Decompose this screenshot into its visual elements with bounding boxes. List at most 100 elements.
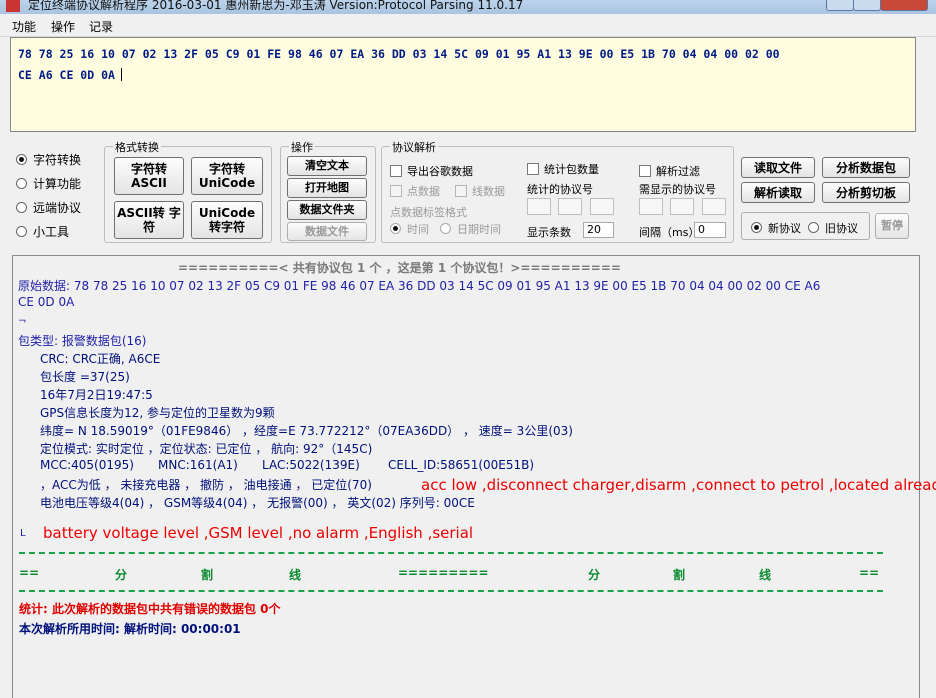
analyze-packet-button[interactable]: 分析数据包 — [822, 157, 910, 178]
divider-word-1: 分 — [115, 568, 128, 582]
show-protocol-field-3[interactable] — [702, 198, 726, 215]
group-title: 格式转换 — [113, 139, 161, 155]
radio-new-protocol[interactable]: 新协议 — [751, 220, 801, 236]
clear-text-button[interactable]: 清空文本 — [287, 156, 367, 176]
divider-top — [19, 552, 883, 554]
open-map-button[interactable]: 打开地图 — [287, 178, 367, 198]
annotation-battery: battery voltage level ,GSM level ,no ala… — [43, 524, 474, 542]
radio-remote-protocol[interactable]: 远端协议 — [16, 199, 81, 216]
checkbox-label: 解析过滤 — [656, 165, 700, 178]
annotation-status: acc low ,disconnect charger,disarm ,conn… — [421, 476, 936, 494]
checkbox-label: 线数据 — [472, 185, 505, 198]
radio-label: 计算功能 — [33, 177, 82, 191]
stat-protocol-field-2[interactable] — [558, 198, 582, 215]
hex-input-textarea[interactable]: 78 78 25 16 10 07 02 13 2F 05 C9 01 FE 9… — [10, 37, 916, 132]
line-break-mark-1: ¬ — [18, 316, 27, 327]
hex-line-2: CE A6 CE 0D 0A — [18, 65, 915, 86]
char-to-unicode-button[interactable]: 字符转 UniCode — [191, 157, 263, 195]
output-pane[interactable]: ==========< 共有协议包 1 个 ，这是第 1 个协议包！>=====… — [12, 255, 936, 698]
datetime-line: 16年7月2日19:47:5 — [40, 388, 153, 402]
radio-calc[interactable]: 计算功能 — [16, 175, 81, 192]
group-title: 协议解析 — [390, 139, 438, 155]
close-button[interactable] — [880, 0, 928, 11]
unicode-to-char-button[interactable]: UniCode 转字符 — [191, 201, 263, 239]
radio-label: 新协议 — [768, 222, 801, 235]
parse-filter-checkbox[interactable]: 解析过滤 — [639, 163, 700, 179]
divider-left: == — [19, 566, 40, 580]
radio-dot-icon — [16, 154, 27, 165]
minimize-button[interactable] — [826, 0, 854, 11]
group-title: 操作 — [289, 139, 315, 155]
raw-data-line-1: 原始数据: 78 78 25 16 10 07 02 13 2F 05 C9 0… — [18, 279, 821, 293]
menu-operate[interactable]: 操作 — [51, 18, 75, 35]
divider-middle: ========= — [398, 566, 489, 580]
char-to-ascii-button[interactable]: 字符转 ASCII — [114, 157, 184, 195]
export-google-checkbox[interactable]: 导出谷歌数据 — [390, 163, 473, 179]
cell-id: CELL_ID:58651(00E51B) — [388, 458, 535, 472]
radio-label: 日期时间 — [457, 223, 501, 236]
show-protocol-field-2[interactable] — [670, 198, 694, 215]
radio-dot-icon — [16, 202, 27, 213]
read-file-button[interactable]: 读取文件 — [741, 157, 815, 178]
checkbox-icon — [527, 163, 539, 175]
menu-function[interactable]: 功能 — [12, 18, 36, 35]
radio-time[interactable]: 时间 — [390, 221, 429, 237]
gps-info-line: GPS信息长度为12, 参与定位的卫星数为9颗 — [40, 406, 275, 420]
line-data-checkbox[interactable]: 线数据 — [455, 183, 505, 199]
output-header: ==========< 共有协议包 1 个 ，这是第 1 个协议包！>=====… — [178, 261, 621, 275]
checkbox-icon — [390, 165, 402, 177]
cell-mcc: MCC:405(0195) — [40, 458, 134, 472]
time-line: 本次解析所用时间: 解析时间: 00:00:01 — [19, 622, 241, 636]
radio-label: 字符转换 — [33, 153, 82, 167]
divider-word-2: 割 — [201, 568, 214, 582]
radio-old-protocol[interactable]: 旧协议 — [808, 220, 858, 236]
radio-label: 旧协议 — [825, 222, 858, 235]
stat-packets-checkbox[interactable]: 统计包数量 — [527, 161, 599, 177]
radio-label: 小工具 — [33, 225, 70, 239]
divider-word-4: 分 — [588, 568, 601, 582]
crc-line: CRC: CRC正确, A6CE — [40, 352, 161, 366]
radio-label: 远端协议 — [33, 201, 82, 215]
radio-dot-icon — [390, 223, 401, 234]
point-data-checkbox[interactable]: 点数据 — [390, 183, 440, 199]
show-count-label: 显示条数 — [527, 226, 571, 239]
title-bar: 定位终端协议解析程序 2016-03-01 惠州新思为-邓玉涛 Version:… — [0, 0, 936, 14]
radio-tools[interactable]: 小工具 — [16, 223, 69, 240]
cell-mnc: MNC:161(A1) — [158, 458, 238, 472]
radio-dot-icon — [808, 222, 819, 233]
show-count-field[interactable]: 20 — [583, 222, 614, 238]
pause-button[interactable]: 暂停 — [875, 213, 909, 239]
stat-protocol-label: 统计的协议号 — [527, 183, 593, 196]
parse-read-button[interactable]: 解析读取 — [741, 182, 815, 203]
radio-label: 时间 — [407, 223, 429, 236]
data-folder-button[interactable]: 数据文件夹 — [287, 200, 367, 220]
data-file-button[interactable]: 数据文件 — [287, 222, 367, 241]
show-protocol-field-1[interactable] — [639, 198, 663, 215]
length-line: 包长度 =37(25) — [40, 370, 130, 384]
text-caret — [120, 68, 122, 81]
checkbox-label: 导出谷歌数据 — [407, 165, 473, 178]
analyze-clipboard-button[interactable]: 分析剪切板 — [822, 182, 910, 203]
window-title: 定位终端协议解析程序 2016-03-01 惠州新思为-邓玉涛 Version:… — [28, 0, 524, 12]
battery-line: 电池电压等级4(04) ， GSM等级4(04) ， 无报警(00) ， 英文(… — [40, 496, 475, 510]
menu-record[interactable]: 记录 — [89, 18, 113, 35]
radio-dot-icon — [16, 178, 27, 189]
checkbox-label: 点数据 — [407, 185, 440, 198]
ascii-to-char-button[interactable]: ASCII转 字符 — [114, 201, 184, 239]
maximize-button[interactable] — [853, 0, 881, 11]
divider-word-6: 线 — [759, 568, 772, 582]
radio-dot-icon — [16, 226, 27, 237]
radio-char-convert[interactable]: 字符转换 — [16, 151, 81, 168]
raw-data-line-2: CE 0D 0A — [18, 295, 75, 309]
coords-line: 纬度= N 18.59019°（01FE9846） ，经度=E 73.77221… — [40, 424, 573, 438]
stat-line: 统计: 此次解析的数据包中共有错误的数据包 0个 — [19, 602, 281, 616]
radio-date-time[interactable]: 日期时间 — [440, 221, 501, 237]
show-protocol-label: 需显示的协议号 — [639, 183, 716, 196]
marker-format-label: 点数据标签格式 — [390, 206, 467, 219]
stat-protocol-field-3[interactable] — [590, 198, 614, 215]
interval-field[interactable]: 0 — [694, 222, 726, 238]
app-icon — [6, 0, 20, 12]
stat-protocol-field-1[interactable] — [527, 198, 551, 215]
divider-word-3: 线 — [289, 568, 302, 582]
checkbox-icon — [390, 185, 402, 197]
